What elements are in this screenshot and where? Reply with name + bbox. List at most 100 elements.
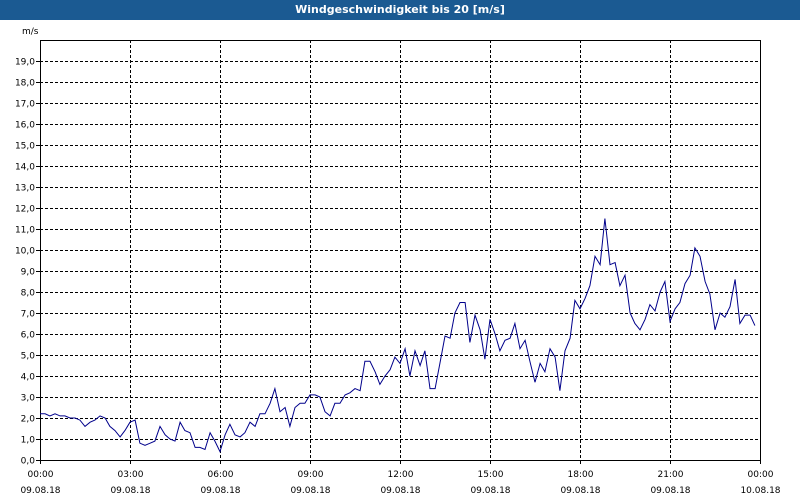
y-axis: 0,0 1,0 2,0 3,0 4,0 5,0 6,0 7,0 8,0 9,0 10,0 11,0 12… [15, 58, 40, 467]
data-point [534, 382, 535, 383]
data-point [109, 426, 110, 427]
data-point [514, 323, 515, 324]
y-tick-label: 17,0 [15, 100, 35, 110]
data-point [499, 350, 500, 351]
data-point [669, 321, 670, 322]
data-point [690, 275, 691, 276]
data-point [180, 422, 181, 423]
x-tick-date-label: 09.08.18 [470, 486, 510, 496]
x-axis: 00:00 09.08.18 03:00 09.08.18 06:00 09.08.18 0… [20, 460, 781, 496]
data-point [330, 415, 331, 416]
data-point [204, 449, 205, 450]
data-point [90, 422, 91, 423]
data-point [259, 413, 260, 414]
data-point [634, 323, 635, 324]
data-point [79, 420, 80, 421]
data-point [229, 424, 230, 425]
y-tick-label: 19,0 [15, 58, 35, 68]
y-tick-label: 7,0 [21, 310, 36, 320]
data-point [564, 350, 565, 351]
data-point [390, 369, 391, 370]
data-point [105, 417, 106, 418]
data-point [570, 338, 571, 339]
y-tick-label: 14,0 [15, 163, 35, 173]
x-tick-date-label: 10.08.18 [740, 486, 780, 496]
data-point [114, 430, 115, 431]
data-point [240, 436, 241, 437]
data-point [705, 281, 706, 282]
data-point [99, 415, 100, 416]
data-point [364, 361, 365, 362]
data-point [495, 333, 496, 334]
data-point [754, 325, 755, 326]
data-point [735, 279, 736, 280]
data-point [315, 394, 316, 395]
data-point [309, 394, 310, 395]
data-point [750, 315, 751, 316]
data-point [405, 348, 406, 349]
y-tick-label: 1,0 [21, 436, 36, 446]
data-point [450, 338, 451, 339]
data-point [124, 430, 125, 431]
data-point [60, 415, 61, 416]
data-point [289, 426, 290, 427]
data-point [304, 403, 305, 404]
data-point [270, 403, 271, 404]
data-point [540, 363, 541, 364]
data-point [729, 306, 730, 307]
data-point [549, 348, 550, 349]
data-point [699, 256, 700, 257]
data-point [675, 308, 676, 309]
chart-title-bar: Windgeschwindigkeit bis 20 [m/s] [0, 0, 800, 20]
data-point [679, 302, 680, 303]
data-points [39, 218, 755, 452]
data-point [139, 443, 140, 444]
data-point [219, 451, 220, 452]
data-point [294, 407, 295, 408]
data-point [609, 264, 610, 265]
data-point [129, 422, 130, 423]
data-point [574, 300, 575, 301]
y-tick-label: 0,0 [21, 457, 36, 467]
data-point [600, 264, 601, 265]
data-point [349, 392, 350, 393]
data-point [724, 317, 725, 318]
data-point [519, 348, 520, 349]
data-point [214, 441, 215, 442]
data-point [184, 430, 185, 431]
data-point [480, 329, 481, 330]
data-point [69, 417, 70, 418]
data-point [664, 281, 665, 282]
data-point [234, 434, 235, 435]
data-point [354, 388, 355, 389]
y-tick-label: 11,0 [15, 226, 35, 236]
x-tick-time-label: 03:00 [118, 470, 144, 480]
data-point [429, 388, 430, 389]
data-point [504, 340, 505, 341]
data-point [189, 432, 190, 433]
y-tick-label: 16,0 [15, 121, 35, 131]
y-tick-label: 15,0 [15, 142, 35, 152]
data-point [529, 361, 530, 362]
data-point [49, 415, 50, 416]
data-point [54, 413, 55, 414]
x-tick-time-label: 15:00 [478, 470, 504, 480]
data-point [249, 422, 250, 423]
data-point [94, 420, 95, 421]
data-point [579, 308, 580, 309]
y-tick-label: 5,0 [21, 352, 36, 362]
x-tick-date-label: 09.08.18 [560, 486, 600, 496]
data-point [274, 388, 275, 389]
y-tick-label: 6,0 [21, 331, 36, 341]
data-point [159, 426, 160, 427]
data-point [714, 329, 715, 330]
data-point [169, 438, 170, 439]
data-point [414, 350, 415, 351]
data-point [739, 323, 740, 324]
data-point [225, 434, 226, 435]
data-point [489, 319, 490, 320]
data-point [45, 413, 46, 414]
wind-speed-series-line [40, 218, 756, 453]
data-point [709, 294, 710, 295]
data-point [660, 291, 661, 292]
